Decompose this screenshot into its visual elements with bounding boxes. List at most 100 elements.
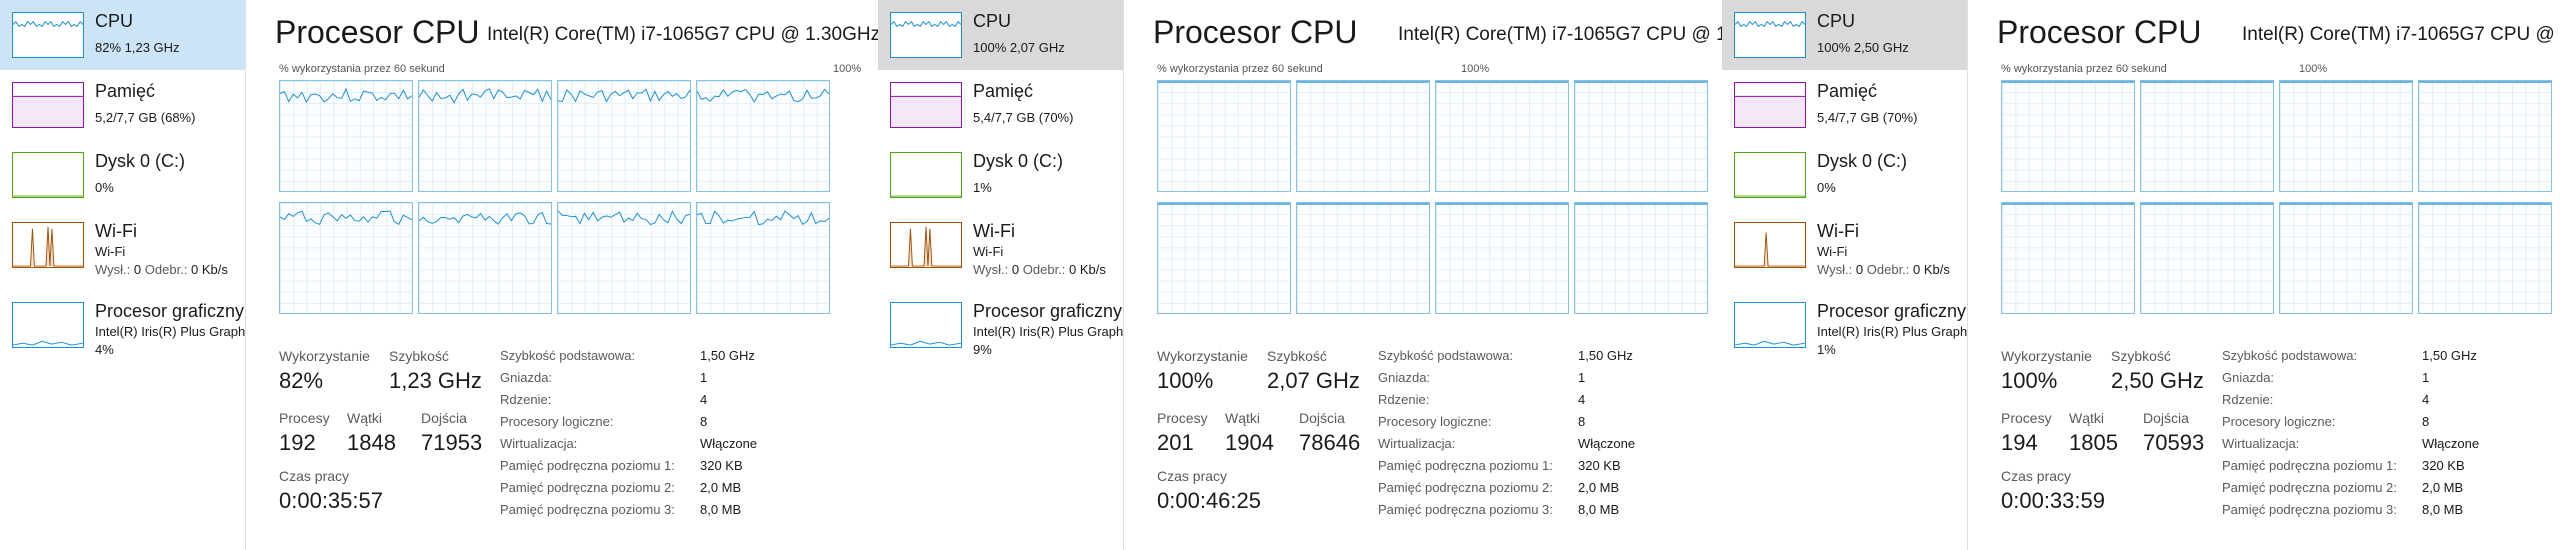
sidebar-item-subtitle: 5,2/7,7 GB (68%) <box>95 110 196 125</box>
sidebar-item-memory[interactable]: Pamięć 5,2/7,7 GB (68%) <box>0 70 245 140</box>
detail-value: 4 <box>1578 392 1586 407</box>
logical-processor-graph <box>2279 80 2413 192</box>
detail-key: Pamięć podręczna poziomu 3: <box>1378 502 1553 517</box>
sidebar-item-title: CPU <box>95 11 134 31</box>
disk-graph-thumbnail <box>890 152 962 198</box>
sidebar-item-subtitle: 100% 2,07 GHz <box>973 40 1065 55</box>
sidebar-item-title: Pamięć <box>95 81 156 101</box>
speed-label: Szybkość <box>2111 348 2171 364</box>
detail-key: Gniazda: <box>2222 370 2275 385</box>
processes-label: Procesy <box>2001 410 2052 426</box>
detail-key: Pamięć podręczna poziomu 2: <box>500 480 675 495</box>
wifi-graph-thumbnail <box>12 222 84 268</box>
detail-value: 1,50 GHz <box>2422 348 2477 363</box>
detail-key: Gniazda: <box>500 370 553 385</box>
sidebar-item-memory[interactable]: Pamięć 5,4/7,7 GB (70%) <box>1722 70 1967 140</box>
memory-graph-thumbnail <box>1734 82 1806 128</box>
processes-value: 192 <box>279 430 316 455</box>
send-label: Wysł.: <box>95 262 131 277</box>
logical-processor-graph <box>2140 202 2274 314</box>
sidebar-item-wifi[interactable]: Wi-Fi Wi-Fi Wysł.: 0 Odebr.: 0 Kb/s <box>1722 210 1967 280</box>
sidebar-item-wifi[interactable]: Wi-Fi Wi-Fi Wysł.: 0 Odebr.: 0 Kb/s <box>878 210 1123 280</box>
receive-label: Odebr.: <box>144 262 188 277</box>
logical-processor-graph <box>1296 80 1430 192</box>
utilization-label: Wykorzystanie <box>279 348 370 364</box>
detail-key: Wirtualizacja: <box>2222 436 2300 451</box>
detail-key: Szybkość podstawowa: <box>2222 348 2358 363</box>
sidebar-item-cpu[interactable]: CPU 82% 1,23 GHz <box>0 0 245 70</box>
sidebar-item-title: Dysk 0 (C:) <box>95 151 185 171</box>
sidebar-item-title: Wi-Fi <box>95 221 137 241</box>
detail-key: Pamięć podręczna poziomu 3: <box>2222 502 2397 517</box>
disk-graph-thumbnail <box>1734 152 1806 198</box>
detail-value: 8 <box>2422 414 2430 429</box>
detail-value: 2,0 MB <box>1578 480 1620 495</box>
sidebar-item-title: Dysk 0 (C:) <box>1817 151 1907 171</box>
detail-key: Pamięć podręczna poziomu 2: <box>2222 480 2397 495</box>
sidebar-item-title: Pamięć <box>973 81 1034 101</box>
sidebar-item-gpu[interactable]: Procesor graficzny Intel(R) Iris(R) Plus … <box>878 290 1123 360</box>
sidebar-item-memory[interactable]: Pamięć 5,4/7,7 GB (70%) <box>878 70 1123 140</box>
graph-max-label: 100% <box>833 63 862 75</box>
wifi-adapter-name: Wi-Fi <box>95 244 126 259</box>
sidebar-item-gpu[interactable]: Procesor graficzny Intel(R) Iris(R) Plus … <box>1722 290 1967 360</box>
sidebar-item-disk[interactable]: Dysk 0 (C:) 0% <box>1722 140 1967 210</box>
sidebar-item-wifi[interactable]: Wi-Fi Wi-Fi Wysł.: 0 Odebr.: 0 Kb/s <box>0 210 245 280</box>
utilization-value: 100% <box>2001 368 2058 393</box>
send-value: 0 <box>1855 262 1864 277</box>
speed-value: 2,07 GHz <box>1267 368 1360 393</box>
sidebar-item-disk[interactable]: Dysk 0 (C:) 1% <box>878 140 1123 210</box>
handles-value: 71953 <box>421 430 483 455</box>
detail-key: Procesory logiczne: <box>500 414 614 429</box>
detail-key: Wirtualizacja: <box>1378 436 1456 451</box>
detail-value: 2,0 MB <box>700 480 742 495</box>
logical-processor-graph <box>2279 202 2413 314</box>
logical-processor-graph <box>1574 80 1708 192</box>
sidebar-item-cpu[interactable]: CPU 100% 2,50 GHz <box>1722 0 1967 70</box>
cpu-graph-thumbnail <box>890 12 962 58</box>
page-title: Procesor CPU <box>1153 14 1358 50</box>
cpu-model-name: Intel(R) Core(TM) i7-1065G7 CPU @ 1.30GH… <box>487 24 881 45</box>
sidebar-item-gpu[interactable]: Procesor graficzny Intel(R) Iris(R) Plus … <box>0 290 245 360</box>
memory-graph-thumbnail <box>12 82 84 128</box>
detail-value: 2,0 MB <box>2422 480 2464 495</box>
sidebar-item-subtitle: 1% <box>973 180 992 195</box>
logical-processor-graph <box>2418 80 2552 192</box>
logical-processor-graph <box>696 202 830 314</box>
receive-value: 0 Kb/s <box>1913 262 1950 277</box>
gpu-name: Intel(R) Iris(R) Plus Graphics <box>95 324 245 339</box>
uptime-label: Czas pracy <box>1157 468 1228 484</box>
gpu-graph-thumbnail <box>890 302 962 348</box>
threads-label: Wątki <box>1225 410 1260 426</box>
receive-value: 0 Kb/s <box>1069 262 1106 277</box>
threads-value: 1848 <box>347 430 396 455</box>
threads-label: Wątki <box>2069 410 2104 426</box>
detail-value: 8,0 MB <box>1578 502 1620 517</box>
detail-key: Procesory logiczne: <box>2222 414 2336 429</box>
send-value: 0 <box>133 262 142 277</box>
handles-label: Dojścia <box>421 410 467 426</box>
receive-label: Odebr.: <box>1866 262 1910 277</box>
graph-caption: % wykorzystania przez 60 sekund <box>2001 63 2167 75</box>
speed-value: 1,23 GHz <box>389 368 482 393</box>
logical-processor-graph <box>418 202 552 314</box>
sidebar-item-subtitle: 5,4/7,7 GB (70%) <box>973 110 1074 125</box>
sidebar-item-disk[interactable]: Dysk 0 (C:) 0% <box>0 140 245 210</box>
logical-processor-graph <box>696 80 830 192</box>
detail-key: Szybkość podstawowa: <box>500 348 636 363</box>
receive-label: Odebr.: <box>1022 262 1066 277</box>
sidebar-item-cpu[interactable]: CPU 100% 2,07 GHz <box>878 0 1123 70</box>
uptime-value: 0:00:33:59 <box>2001 488 2105 513</box>
sidebar-item-subtitle: 82% 1,23 GHz <box>95 40 180 55</box>
utilization-value: 100% <box>1157 368 1214 393</box>
detail-value: 1 <box>700 370 708 385</box>
sidebar-item-subtitle: 0% <box>1817 180 1836 195</box>
logical-processor-graph <box>279 80 413 192</box>
page-title: Procesor CPU <box>275 14 480 50</box>
detail-key: Pamięć podręczna poziomu 1: <box>2222 458 2397 473</box>
logical-processor-graph <box>279 202 413 314</box>
detail-value: 320 KB <box>1578 458 1621 473</box>
uptime-value: 0:00:35:57 <box>279 488 383 513</box>
cpu-detail-pane: Procesor CPU Intel(R) Core(TM) i7-1065G7 … <box>1124 0 1723 550</box>
sidebar-item-title: Wi-Fi <box>973 221 1015 241</box>
